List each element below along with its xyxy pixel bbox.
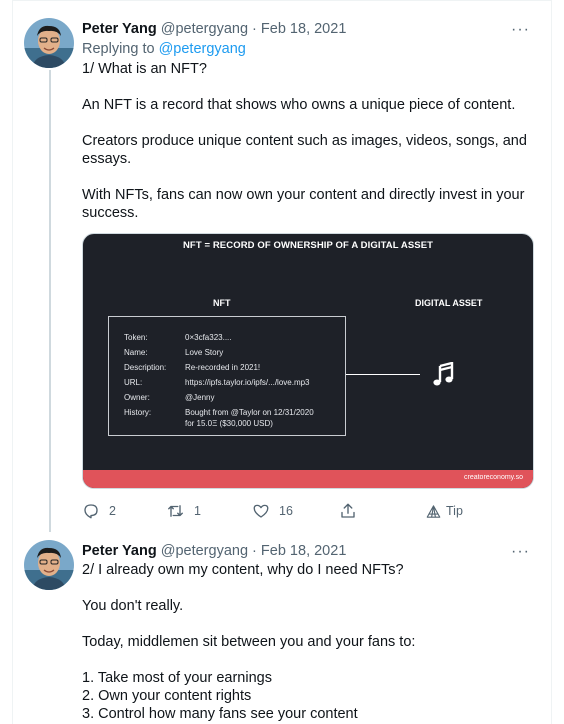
tweet-line: essays. [82,151,132,167]
tweet-line: 1. Take most of your earnings [82,670,272,686]
tweet-line: Creators produce unique content such as … [82,133,527,149]
tweet-content: Peter Yang @petergyang · Feb 18, 2021 Re… [82,19,540,222]
author-name[interactable]: Peter Yang [82,543,157,559]
tweet-content: Peter Yang @petergyang · Feb 18, 2021 2/… [82,541,540,723]
header-separator: · [252,543,257,559]
replying-to: Replying to @petergyang [82,39,540,59]
record-to-asset-connector [346,374,420,375]
author-handle[interactable]: @petergyang [161,21,248,37]
tweet-date[interactable]: Feb 18, 2021 [261,543,346,559]
tweet-line: An NFT is a record that shows who owns a… [82,97,516,113]
more-options-icon[interactable]: ··· [511,22,530,38]
record-row-url: URL: https://ipfs.taylor.io/ipfs/.../love… [124,378,310,387]
record-row-owner: Owner: @Jenny [124,393,215,402]
tip-button[interactable]: Tip [426,501,463,521]
tweet-line: With NFTs, fans can now own your content… [82,187,525,203]
media-title: NFT = RECORD OF OWNERSHIP OF A DIGITAL A… [182,240,434,251]
reply-icon [82,502,100,520]
header-separator: · [252,21,257,37]
like-button[interactable]: 16 [252,501,293,521]
record-row-history: History: Bought from @Taylor on 12/31/202… [124,408,314,417]
tweet-date[interactable]: Feb 18, 2021 [261,21,346,37]
retweet-icon [166,502,185,520]
reply-button[interactable]: 2 [82,501,116,521]
more-options-icon[interactable]: ··· [511,544,530,560]
record-history-line2: for 15.0Ξ ($30,000 USD) [185,419,273,428]
reply-count: 2 [109,504,116,518]
tweet-actions: 2 1 16 Tip [82,501,502,521]
tweet-line: You don't really. [82,598,184,614]
tweet-line: 2/ I already own my content, why do I ne… [82,562,404,578]
avatar[interactable] [24,540,74,590]
tweet-2[interactable]: Peter Yang @petergyang · Feb 18, 2021 2/… [24,531,540,724]
tweet-line: 3. Control how many fans see your conten… [82,706,358,722]
media-digital-asset-header: DIGITAL ASSET [415,298,483,308]
music-note-icon [432,361,456,388]
retweet-count: 1 [194,504,201,518]
record-row-description: Description: Re-recorded in 2021! [124,363,261,372]
nft-record-box: Token: 0×3cfa323.... Name: Love Story Desc… [108,316,346,436]
tweet-media-image[interactable]: NFT = RECORD OF OWNERSHIP OF A DIGITAL A… [82,233,534,489]
author-handle[interactable]: @petergyang [161,543,248,559]
share-button[interactable] [339,501,357,521]
heart-icon [252,502,270,520]
media-footer-bar: creatoreconomy.so [83,470,533,488]
record-row-token: Token: 0×3cfa323.... [124,333,232,342]
like-count: 16 [279,504,293,518]
media-credit: creatoreconomy.so [463,474,523,481]
avatar[interactable] [24,18,74,68]
share-icon [339,502,357,520]
retweet-button[interactable]: 1 [166,501,201,521]
replying-to-handle-link[interactable]: @petergyang [159,41,246,57]
tweet-text: 1/ What is an NFT? An NFT is a record th… [82,60,540,222]
tweet-header: Peter Yang @petergyang · Feb 18, 2021 [82,19,540,39]
tweet-line: success. [82,205,139,221]
tip-label: Tip [446,504,463,518]
tweet-1[interactable]: Peter Yang @petergyang · Feb 18, 2021 Re… [24,0,540,530]
tweet-line: 1/ What is an NFT? [82,61,207,77]
record-row-name: Name: Love Story [124,348,224,357]
tweet-line: 2. Own your content rights [82,688,252,704]
replying-to-label: Replying to [82,41,155,57]
tweet-header: Peter Yang @petergyang · Feb 18, 2021 [82,541,540,561]
author-name[interactable]: Peter Yang [82,21,157,37]
tweet-text: 2/ I already own my content, why do I ne… [82,561,540,723]
tweet-line: Today, middlemen sit between you and you… [82,634,416,650]
media-nft-header: NFT [213,298,231,308]
tip-icon [426,504,441,519]
